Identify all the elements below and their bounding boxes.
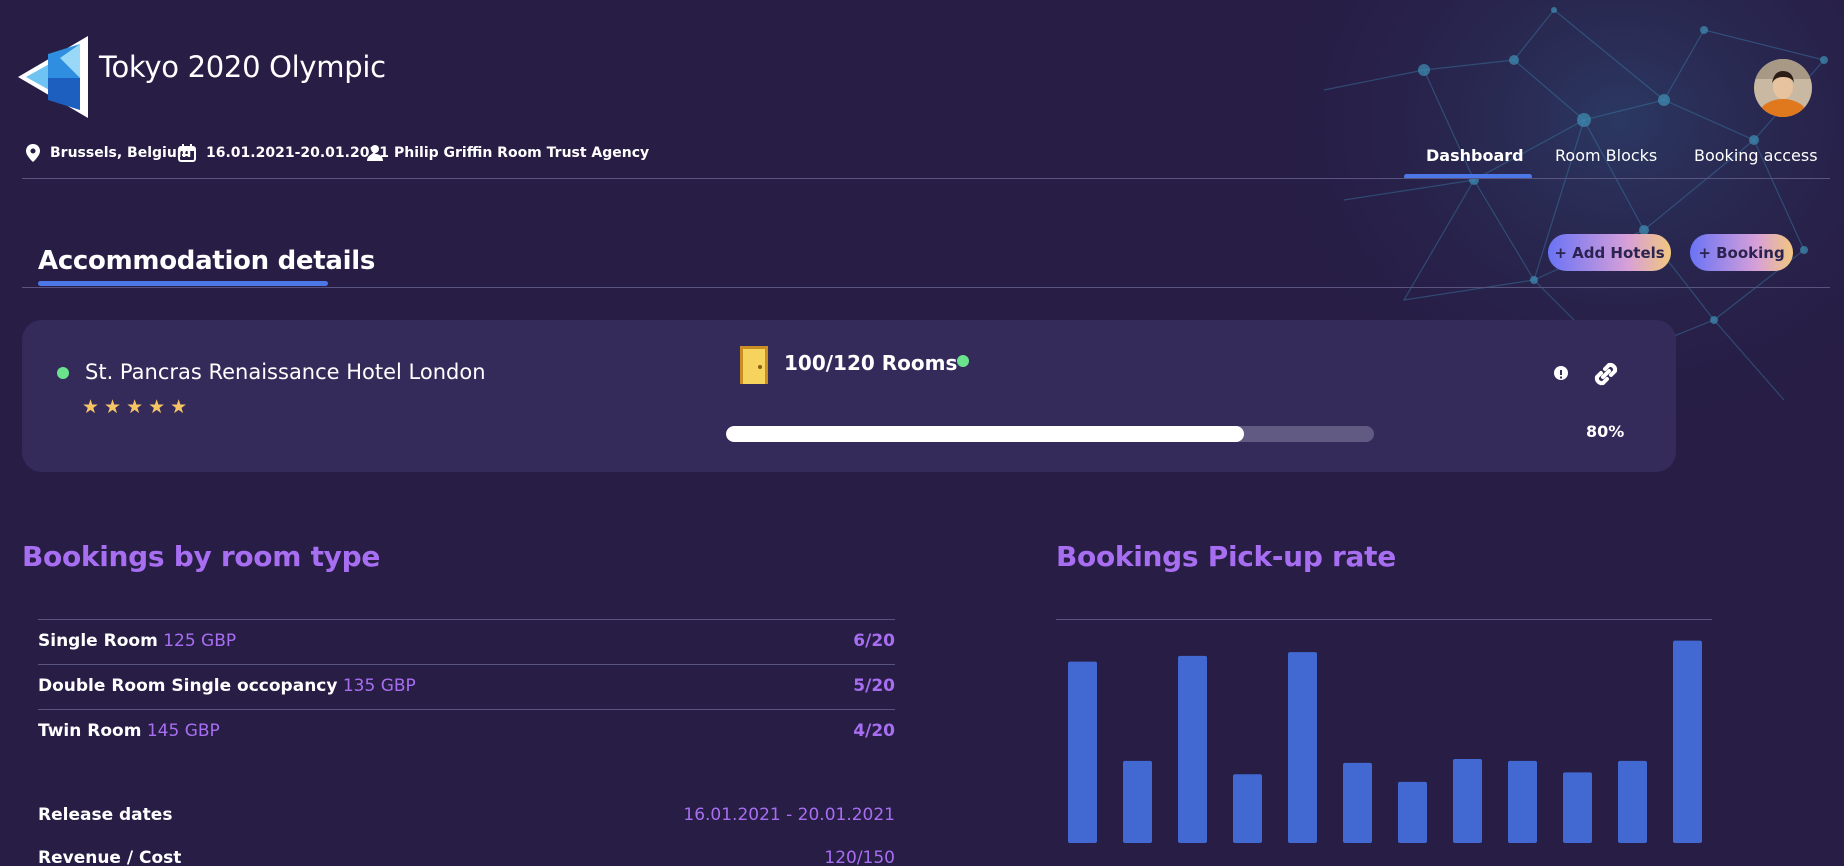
add-booking-button[interactable]: + Booking [1690, 234, 1793, 271]
app-logo-icon [18, 36, 88, 118]
info-alert-icon[interactable] [1554, 366, 1568, 380]
chart-bar [1068, 661, 1097, 843]
chart-bar [1123, 760, 1152, 843]
room-type-price: 145 GBP [146, 721, 220, 741]
room-type-name: Double Room Single occopancy [38, 676, 338, 696]
room-type-price: 135 GBP [342, 676, 416, 696]
add-hotels-button[interactable]: + Add Hotels [1548, 234, 1671, 271]
section-divider [22, 287, 1830, 288]
location-pin-icon [26, 144, 40, 162]
room-type-divider [38, 664, 895, 665]
person-icon [367, 145, 383, 161]
chart-bar [1563, 772, 1592, 843]
hotel-rooms-count: 100/120 Rooms [784, 351, 958, 375]
room-type-name: Twin Room [38, 721, 142, 741]
pickup-rate-chart [1068, 640, 1702, 843]
occupancy-percentage: 80% [1586, 422, 1625, 441]
calendar-icon [178, 144, 196, 162]
chart-bar [1618, 760, 1647, 843]
room-type-row: Double Room Single occopancy 135 GBP 5/2… [38, 676, 895, 696]
hotel-star-rating: ★★★★★ [82, 396, 193, 418]
chart-bar [1508, 760, 1537, 843]
revenue-cost-value: 120/150 [824, 848, 895, 866]
occupancy-progress-bar [726, 426, 1374, 442]
hotel-name: St. Pancras Renaissance Hotel London [85, 360, 486, 384]
room-type-count: 4/20 [853, 721, 895, 741]
rooms-status-dot [957, 355, 969, 367]
room-type-price: 125 GBP [163, 631, 237, 651]
header-divider [22, 178, 1830, 179]
room-type-name: Single Room [38, 631, 158, 651]
chart-bar [1343, 762, 1372, 843]
room-type-row: Single Room 125 GBP 6/20 [38, 631, 895, 651]
app-title: Tokyo 2020 Olympic [99, 50, 386, 84]
event-agency-text: Philip Griffin Room Trust Agency [394, 145, 650, 161]
event-location-text: Brussels, Belgium [50, 145, 192, 161]
chart-bar [1288, 652, 1317, 843]
release-dates-value: 16.01.2021 - 20.01.2021 [683, 805, 895, 825]
room-type-row: Twin Room 145 GBP 4/20 [38, 721, 895, 741]
link-icon[interactable] [1588, 356, 1624, 392]
chart-bar [1178, 655, 1207, 843]
tab-dashboard[interactable]: Dashboard [1426, 146, 1524, 165]
avatar-image-icon [1754, 59, 1812, 117]
pickup-panel-title: Bookings Pick-up rate [1056, 540, 1396, 573]
tab-room-blocks[interactable]: Room Blocks [1555, 146, 1657, 165]
room-type-divider [38, 619, 895, 620]
room-type-panel-title: Bookings by room type [22, 540, 381, 573]
event-agency: Philip Griffin Room Trust Agency [366, 144, 649, 162]
tab-booking-access[interactable]: Booking access [1694, 146, 1818, 165]
chart-bar [1398, 781, 1427, 843]
revenue-cost-label: Revenue / Cost [38, 848, 182, 866]
hotel-status-dot [57, 367, 69, 379]
room-type-count: 6/20 [853, 631, 895, 651]
chart-bar [1233, 774, 1262, 843]
room-type-count: 5/20 [853, 676, 895, 696]
door-icon [740, 346, 768, 384]
exclamation-icon [1560, 370, 1562, 379]
section-title-underline [38, 281, 328, 286]
occupancy-progress-fill [726, 426, 1245, 442]
release-dates-label: Release dates [38, 805, 173, 825]
hotel-card[interactable] [22, 320, 1676, 472]
event-dates-text: 16.01.2021-20.01.2021 [206, 145, 389, 161]
event-location: Brussels, Belgium [26, 144, 191, 162]
chart-bar [1673, 640, 1702, 843]
chart-bar [1453, 759, 1482, 843]
user-avatar[interactable] [1754, 59, 1812, 117]
event-dates: 16.01.2021-20.01.2021 [178, 144, 389, 162]
room-type-divider [38, 709, 895, 710]
section-title: Accommodation details [38, 246, 375, 276]
